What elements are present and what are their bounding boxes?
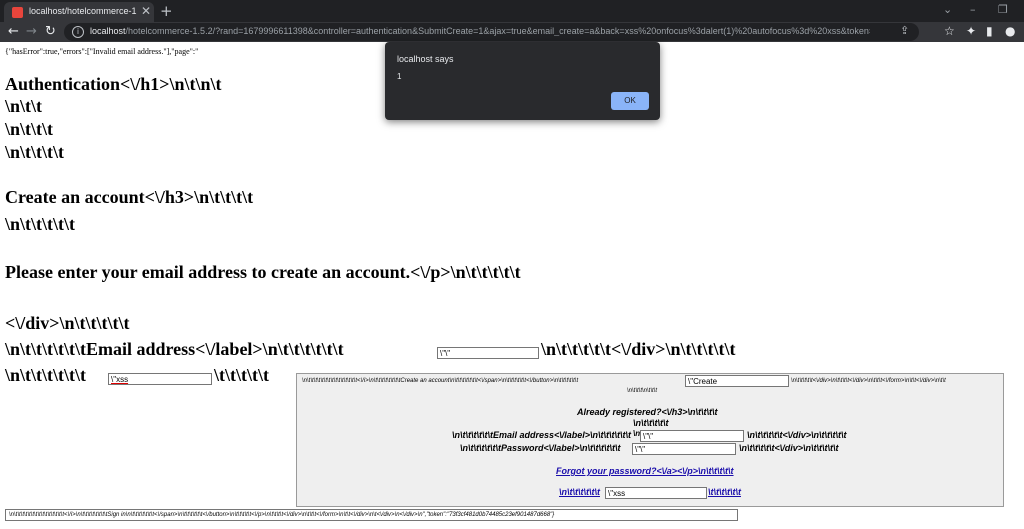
heading-line: \t\t\t\t\t xyxy=(214,365,269,385)
panel-link[interactable]: \n\t\t\t\t\t\t xyxy=(559,487,600,497)
heading-line: Please enter your email address to creat… xyxy=(5,262,521,282)
minimize-icon[interactable]: – xyxy=(970,3,976,16)
already-registered-heading: Already registered?<\/h3>\n\t\t\t\t xyxy=(577,407,718,417)
url-text[interactable]: localhost/hotelcommerce-1.5.2/?rand=1679… xyxy=(90,26,870,36)
panel-text: \n\t\t\t\t\t<\/div>\n\t\t\t\t<\/div>\n\t… xyxy=(791,378,946,384)
info-icon[interactable]: i xyxy=(72,26,84,38)
heading-line: <\/div>\n\t\t\t\t\t xyxy=(5,313,130,333)
panel-text: \n\t\t\t\t\t\t\t\t\t\t\t\t\t\t\t<\/i>\n\… xyxy=(302,378,579,384)
heading-line: \n\t\t\t\t xyxy=(5,142,64,162)
xss-input[interactable]: \"xss xyxy=(108,373,212,385)
alert-dialog: localhost says 1 OK xyxy=(385,42,660,120)
back-icon[interactable]: ← xyxy=(8,24,19,39)
tab-title: localhost/hotelcommerce-1.5.2/? xyxy=(29,6,137,16)
panel-text: \n\t\t\t\t\t<\/div>\n\t\t\t\t\t xyxy=(747,430,847,440)
new-tab-icon[interactable]: + xyxy=(160,2,173,20)
email-input[interactable]: \"\" xyxy=(437,347,539,359)
create-account-button[interactable]: \"Create xyxy=(685,375,789,387)
heading-line: \n\t\t xyxy=(5,96,43,116)
profile-icon[interactable]: ● xyxy=(1005,24,1015,38)
ok-button[interactable]: OK xyxy=(611,92,649,110)
close-icon[interactable]: ✕ xyxy=(141,4,151,18)
email-label: \n\t\t\t\t\t\tEmail address<\/label>\n\t… xyxy=(452,430,632,440)
panel-text: \n\t\t\t\t\t xyxy=(633,418,669,428)
back-xss-input[interactable]: \"xss xyxy=(605,487,707,499)
browser-toolbar: ← → ↻ i localhost/hotelcommerce-1.5.2/?r… xyxy=(0,22,1024,42)
injected-form-panel: \n\t\t\t\t\t\t\t\t\t\t\t\t\t\t\t<\/i>\n\… xyxy=(296,373,1004,507)
heading-line: \n\t\t\t\t\t xyxy=(5,214,75,234)
extensions-icon[interactable]: ✦ xyxy=(966,24,976,38)
dialog-message: 1 xyxy=(397,72,402,81)
tab-search-icon[interactable]: ⌄ xyxy=(943,3,952,16)
sign-in-button-raw[interactable]: \n\t\t\t\t\t\t\t\t\t\t\t\t\t\t\t<\/i>\n\… xyxy=(5,509,738,521)
heading-line: \n\t\t\t\t\t\t xyxy=(5,365,86,385)
heading-line: \n\t\t\t xyxy=(5,119,53,139)
forward-icon[interactable]: → xyxy=(26,24,37,39)
password-label: \n\t\t\t\t\t\tPassword<\/label>\n\t\t\t\… xyxy=(460,443,621,453)
side-panel-icon[interactable]: ▮ xyxy=(986,24,993,38)
share-icon[interactable]: ⇪ xyxy=(900,24,909,37)
panel-text: \n\t\t\t\t\t<\/div>\n\t\t\t\t\t xyxy=(739,443,839,453)
bookmark-star-icon[interactable]: ☆ xyxy=(944,24,955,38)
tab-favicon-icon xyxy=(12,7,23,18)
panel-link[interactable]: \t\t\t\t\t\t xyxy=(708,487,741,497)
dialog-title: localhost says xyxy=(397,54,454,64)
heading-line: \n\t\t\t\t\t<\/div>\n\t\t\t\t\t xyxy=(541,339,736,359)
json-response-text: {"hasError":true,"errors":["Invalid emai… xyxy=(5,47,199,56)
tab-strip: localhost/hotelcommerce-1.5.2/? ✕ + ⌄ – … xyxy=(0,0,1024,22)
password-input[interactable]: \"\" xyxy=(632,443,736,455)
panel-text: \n\t\t\t\n\t\t\t xyxy=(627,388,658,394)
login-email-input[interactable]: \"\" xyxy=(640,430,744,442)
heading-line: \n\t\t\t\t\t\tEmail address<\/label>\n\t… xyxy=(5,339,344,359)
maximize-icon[interactable]: ❐ xyxy=(998,3,1008,16)
browser-tab[interactable]: localhost/hotelcommerce-1.5.2/? ✕ xyxy=(4,2,154,22)
reload-icon[interactable]: ↻ xyxy=(45,24,56,39)
heading-line: Authentication<\/h1>\n\t\n\t xyxy=(5,74,222,94)
address-bar[interactable]: i localhost/hotelcommerce-1.5.2/?rand=16… xyxy=(64,23,919,41)
forgot-password-link[interactable]: Forgot your password?<\/a><\/p>\n\t\t\t\… xyxy=(556,466,734,476)
heading-line: Create an account<\/h3>\n\t\t\t\t xyxy=(5,187,254,207)
